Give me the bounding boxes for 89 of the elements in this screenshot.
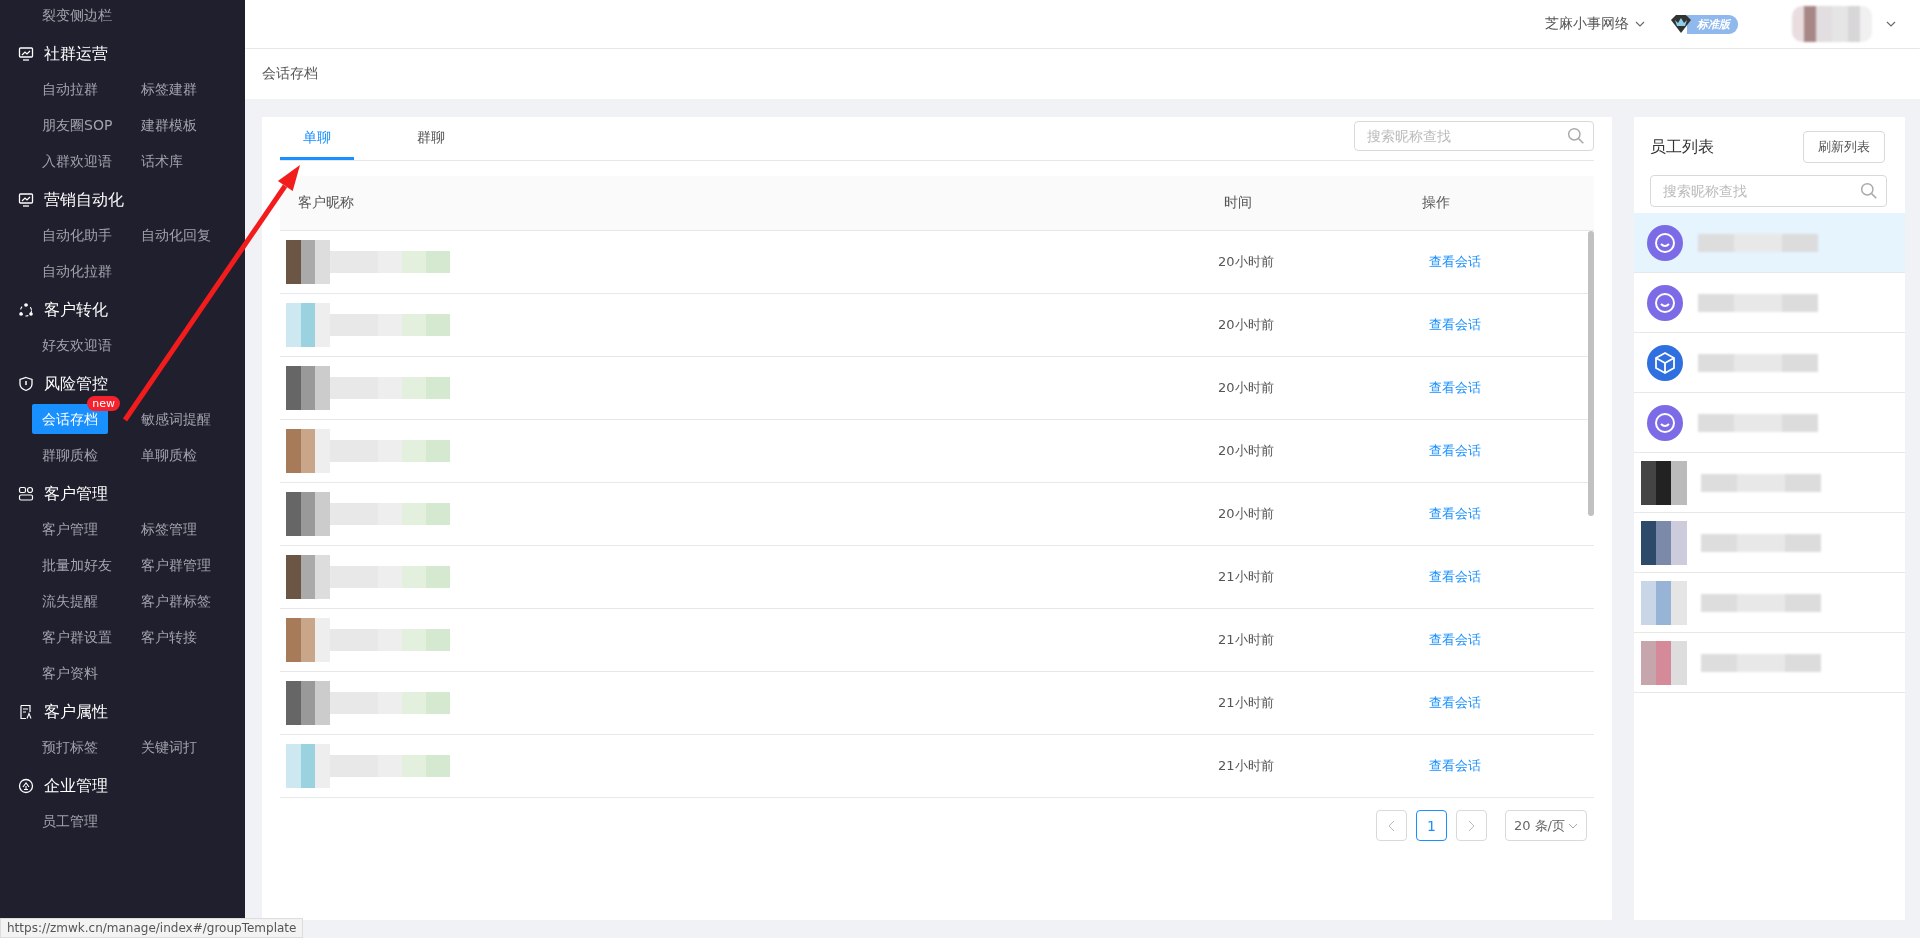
blurred-photo	[1641, 640, 1687, 685]
doc-icon	[18, 704, 34, 720]
blurred-avatar	[286, 555, 330, 599]
sidebar-item[interactable]: 标签建群	[131, 74, 207, 104]
sidebar-item[interactable]: 批量加好友	[32, 550, 122, 580]
panel-title: 员工列表	[1650, 136, 1714, 158]
blurred-avatar	[286, 681, 330, 725]
shield-icon	[18, 376, 34, 392]
company-icon	[18, 778, 34, 794]
page-size-select[interactable]: 20 条/页	[1504, 810, 1587, 841]
smile-logo-icon	[1646, 223, 1684, 262]
sidebar-item[interactable]: 关键词打	[131, 732, 207, 762]
smile-logo-icon	[1646, 283, 1684, 322]
column-header: 时间	[1223, 194, 1253, 212]
search-icon	[1567, 126, 1585, 145]
blurred-photo	[1641, 460, 1687, 505]
plan-badge: 标准版	[1687, 14, 1738, 34]
sidebar-item[interactable]: 客户转接	[131, 622, 207, 652]
new-badge: new	[87, 396, 120, 411]
breadcrumb: 会话存档	[262, 65, 318, 83]
time-cell-text: 20小时前	[1217, 316, 1275, 334]
sidebar-item[interactable]: 自动化助手	[32, 220, 122, 250]
blurred-avatar	[286, 303, 330, 347]
sidebar-item[interactable]: 客户管理	[32, 514, 108, 544]
blurred-avatar	[286, 492, 330, 536]
time-cell-text: 20小时前	[1217, 253, 1275, 271]
sidebar-item[interactable]: 客户群标签	[131, 586, 221, 616]
blurred-user[interactable]	[1792, 6, 1872, 42]
sidebar-item[interactable]: 员工管理	[32, 806, 108, 836]
sidebar-group-title[interactable]: 客户转化	[44, 299, 108, 321]
sidebar-item[interactable]: 标签管理	[131, 514, 207, 544]
sidebar-item[interactable]: 朋友圈SOP	[32, 110, 123, 140]
blurred-avatar	[286, 744, 330, 788]
sidebar-item[interactable]: 建群模板	[131, 110, 207, 140]
time-cell-text: 21小时前	[1217, 631, 1275, 649]
refresh-button[interactable]: 刷新列表	[1803, 131, 1885, 163]
time-cell-text: 20小时前	[1217, 442, 1275, 460]
smile-logo-icon	[1646, 403, 1684, 442]
blurred-photo	[1641, 580, 1687, 625]
column-header: 操作	[1421, 194, 1451, 212]
sidebar-item[interactable]: 流失提醒	[32, 586, 108, 616]
search-icon	[1860, 182, 1878, 200]
people-icon	[18, 486, 34, 502]
tab[interactable]: 群聊	[394, 117, 468, 160]
nodes-icon	[18, 302, 34, 318]
chevron-down-icon	[1635, 21, 1645, 27]
sidebar-group-title[interactable]: 客户属性	[44, 701, 108, 723]
chart-icon	[18, 46, 34, 62]
sidebar-group-title[interactable]: 客户管理	[44, 483, 108, 505]
sidebar-group-title[interactable]: 营销自动化	[44, 189, 124, 211]
blurred-photo	[1641, 520, 1687, 565]
sidebar-item[interactable]: 敏感词提醒	[131, 404, 221, 434]
sidebar-item[interactable]: 客户资料	[32, 658, 108, 688]
sidebar-item[interactable]: 单聊质检	[131, 440, 207, 470]
column-header: 客户昵称	[297, 194, 355, 212]
cube-logo-icon	[1646, 343, 1684, 382]
time-cell-text: 21小时前	[1217, 757, 1275, 775]
blurred-avatar	[286, 240, 330, 284]
sidebar-item[interactable]: 好友欢迎语	[32, 330, 122, 360]
company-selector[interactable]: 芝麻小事网络	[1545, 15, 1645, 33]
sidebar-item[interactable]: 入群欢迎语	[32, 146, 122, 176]
time-cell-text: 21小时前	[1217, 694, 1275, 712]
blurred-avatar	[286, 618, 330, 662]
time-cell-text: 21小时前	[1217, 568, 1275, 586]
chevron-down-icon	[1886, 21, 1896, 27]
sidebar-group-title[interactable]: 社群运营	[44, 43, 108, 65]
sidebar-item[interactable]: 客户群设置	[32, 622, 122, 652]
sidebar-item[interactable]: 客户群管理	[131, 550, 221, 580]
chevron-down-icon	[1568, 822, 1578, 829]
sidebar-group-title[interactable]: 风险管控	[44, 373, 108, 395]
chart-icon	[18, 192, 34, 208]
chevron-left-icon	[1387, 819, 1395, 832]
sidebar-item[interactable]: 自动化回复	[131, 220, 221, 250]
blurred-avatar	[286, 429, 330, 473]
time-cell-text: 20小时前	[1217, 505, 1275, 523]
time-cell-text: 20小时前	[1217, 379, 1275, 397]
search-field[interactable]: 搜索昵称查找	[1650, 175, 1887, 207]
search-field[interactable]: 搜索昵称查找	[1354, 120, 1594, 151]
sidebar-item[interactable]: 话术库	[131, 146, 193, 176]
chevron-right-icon	[1467, 819, 1475, 832]
scrollbar[interactable]	[1588, 231, 1594, 516]
sidebar-item[interactable]: 预打标签	[32, 732, 108, 762]
sidebar-item[interactable]: 群聊质检	[32, 440, 108, 470]
sidebar-item[interactable]: 自动化拉群	[32, 256, 122, 286]
blurred-avatar	[286, 366, 330, 410]
status-url: https://zmwk.cn/manage/index#/groupTemplate	[0, 918, 304, 938]
sidebar-item[interactable]: 裂变侧边栏	[32, 0, 122, 30]
sidebar-group-title[interactable]: 企业管理	[44, 775, 108, 797]
sidebar-item[interactable]: 自动拉群	[32, 74, 108, 104]
